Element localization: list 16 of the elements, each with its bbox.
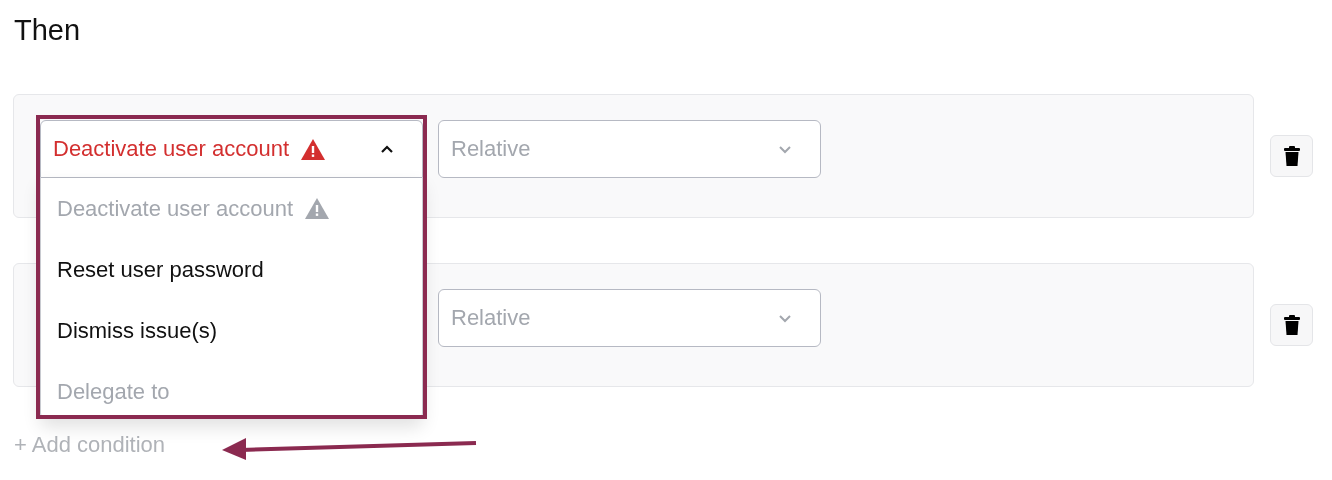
delete-button[interactable] bbox=[1270, 304, 1313, 346]
dropdown-option[interactable]: Reset user password bbox=[41, 239, 422, 300]
section-heading: Then bbox=[13, 13, 82, 48]
action-select[interactable]: Deactivate user account bbox=[40, 120, 423, 178]
add-condition-link[interactable]: + Add condition bbox=[14, 432, 166, 458]
selected-value: Deactivate user account bbox=[53, 136, 290, 162]
placeholder: Relative bbox=[451, 305, 531, 331]
chevron-down-icon bbox=[778, 313, 792, 323]
trash-icon bbox=[1283, 146, 1300, 166]
chevron-down-icon bbox=[778, 144, 792, 154]
dropdown-option[interactable]: Dismiss issue(s) bbox=[41, 300, 422, 361]
placeholder: Relative bbox=[451, 136, 531, 162]
target-select[interactable]: Relative bbox=[438, 120, 821, 178]
target-select[interactable]: Relative bbox=[438, 289, 821, 347]
delete-button[interactable] bbox=[1270, 135, 1313, 177]
trash-icon bbox=[1283, 315, 1300, 335]
